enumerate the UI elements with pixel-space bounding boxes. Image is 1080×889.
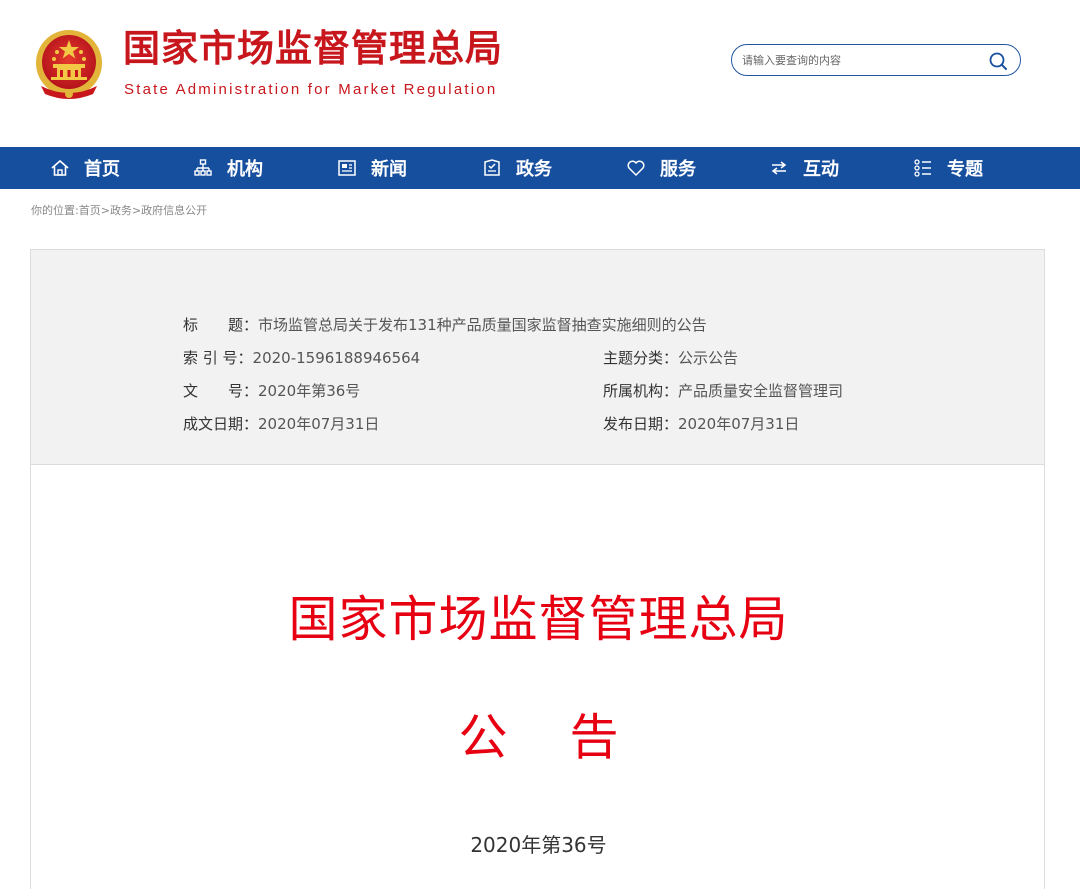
home-icon (51, 159, 69, 176)
site-subtitle: State Administration for Market Regulati… (124, 81, 498, 98)
document-type-char: 告 (569, 709, 619, 766)
nav-label: 机构 (227, 159, 263, 180)
info-org-row: 所属机构：产品质量安全监督管理司 (603, 380, 843, 401)
info-index-row: 索 引 号：2020-1596188946564 (183, 347, 420, 368)
document-agency-heading: 国家市场监督管理总局 (288, 591, 789, 648)
national-emblem-logo[interactable] (33, 28, 105, 102)
search-input[interactable] (742, 45, 977, 75)
info-title-value: 市场监管总局关于发布131种产品质量国家监督抽查实施细则的公告 (258, 316, 707, 334)
search-icon[interactable] (988, 51, 1008, 71)
document-type-char: 公 (458, 709, 508, 766)
site-header: 国家市场监督管理总局 State Administration for Mark… (0, 0, 1080, 147)
breadcrumb: 你的位置:首页>政务>政府信息公开 (31, 202, 207, 218)
info-created-label: 成文日期： (183, 415, 259, 433)
nav-label: 新闻 (371, 159, 407, 180)
breadcrumb-link-affairs[interactable]: 政务 (110, 204, 132, 217)
breadcrumb-prefix: 你的位置: (31, 204, 79, 217)
info-docno-value: 2020年第36号 (258, 382, 361, 400)
info-index-label: 索 引 号： (183, 349, 253, 367)
nav-item-organization[interactable]: 机构 (193, 147, 263, 189)
site-title: 国家市场监督管理总局 (123, 27, 503, 70)
search-box (731, 44, 1021, 76)
document-type-heading: 公告 (31, 698, 1046, 769)
document-info-panel: 标 题：市场监管总局关于发布131种产品质量国家监督抽查实施细则的公告 索 引 … (30, 249, 1045, 465)
org-chart-icon (194, 159, 212, 176)
info-index-value: 2020-1596188946564 (252, 349, 421, 367)
info-title-row: 标 题：市场监管总局关于发布131种产品质量国家监督抽查实施细则的公告 (183, 314, 707, 335)
info-published-row: 发布日期：2020年07月31日 (603, 413, 799, 434)
info-topic-label: 主题分类： (603, 349, 679, 367)
nav-item-topics[interactable]: 专题 (913, 147, 983, 189)
breadcrumb-link-gov-info[interactable]: 政府信息公开 (141, 204, 207, 217)
breadcrumb-separator: > (131, 204, 142, 217)
nav-item-news[interactable]: 新闻 (337, 147, 407, 189)
info-created-value: 2020年07月31日 (258, 415, 380, 433)
nav-item-home[interactable]: 首页 (50, 147, 120, 189)
main-nav: 首页 机构 新闻 政务 服务 互动 专题 (0, 147, 1080, 189)
document-body: 国家市场监督管理总局 公告 2020年第36号 (30, 465, 1045, 889)
nav-label: 首页 (84, 159, 120, 180)
info-title-label: 标 题： (183, 316, 259, 334)
nav-item-interaction[interactable]: 互动 (769, 147, 839, 189)
newspaper-icon (338, 160, 356, 176)
exchange-arrows-icon (771, 161, 787, 175)
breadcrumb-link-home[interactable]: 首页 (79, 204, 101, 217)
nav-item-affairs[interactable]: 政务 (482, 147, 552, 189)
info-created-row: 成文日期：2020年07月31日 (183, 413, 379, 434)
info-org-label: 所属机构： (603, 382, 679, 400)
breadcrumb-separator: > (100, 204, 110, 217)
nav-label: 服务 (660, 159, 696, 180)
nav-item-service[interactable]: 服务 (626, 147, 696, 189)
topic-list-icon (914, 159, 931, 177)
nav-label: 专题 (947, 159, 983, 180)
nav-label: 政务 (516, 159, 552, 180)
heart-icon (627, 160, 645, 177)
briefcase-icon (484, 159, 500, 176)
info-published-value: 2020年07月31日 (678, 415, 800, 433)
document-number: 2020年第36号 (470, 833, 607, 857)
info-published-label: 发布日期： (603, 415, 679, 433)
info-docno-label: 文 号： (183, 382, 259, 400)
info-docno-row: 文 号：2020年第36号 (183, 380, 360, 401)
info-topic-row: 主题分类：公示公告 (603, 347, 738, 368)
info-topic-value: 公示公告 (678, 349, 739, 367)
info-org-value: 产品质量安全监督管理司 (678, 382, 844, 400)
nav-label: 互动 (803, 159, 839, 180)
